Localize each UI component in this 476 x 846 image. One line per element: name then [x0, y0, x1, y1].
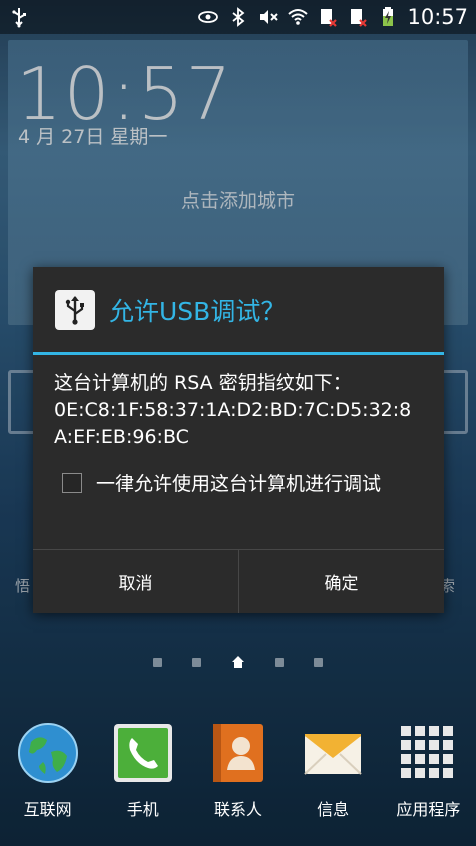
- sim1-icon: [321, 9, 338, 27]
- usb-debug-dialog: 允许USB调试？ 这台计算机的 RSA 密钥指纹如下： 0E:C8:1F:58:…: [33, 267, 444, 613]
- rsa-message-line: 这台计算机的 RSA 密钥指纹如下：: [54, 372, 352, 394]
- always-allow-checkbox[interactable]: [62, 472, 82, 493]
- status-bar: 10:57: [0, 0, 476, 34]
- dock-label: 联系人: [213, 800, 262, 819]
- apps-grid-icon: [401, 726, 454, 778]
- dock-label: 互联网: [23, 800, 72, 819]
- page-dot[interactable]: [153, 657, 162, 667]
- phone-icon: [113, 724, 172, 782]
- wifi-icon: [288, 9, 309, 25]
- page-indicator: [0, 655, 476, 669]
- battery-charging-icon: [383, 7, 394, 26]
- cancel-button[interactable]: 取消: [33, 550, 238, 613]
- page-dot[interactable]: [192, 657, 201, 667]
- dialog-message: 这台计算机的 RSA 密钥指纹如下： 0E:C8:1F:58:37:1A:D2:…: [33, 355, 444, 451]
- dock-label: 手机: [126, 800, 159, 819]
- usb-icon: [55, 289, 95, 330]
- ok-button[interactable]: 确定: [238, 550, 444, 613]
- dock-label: 应用程序: [396, 800, 461, 819]
- home-page-icon[interactable]: [231, 655, 245, 669]
- rsa-fingerprint: 0E:C8:1F:58:37:1A:D2:BD:7C:D5:32:8A:EF:E…: [54, 399, 412, 448]
- message-icon: [304, 734, 362, 775]
- mute-icon: [260, 10, 279, 24]
- sim2-icon: [351, 9, 368, 27]
- page-dot[interactable]: [275, 657, 284, 667]
- dock-item-internet[interactable]: 互联网: [0, 712, 95, 842]
- contacts-icon: [212, 724, 263, 782]
- bluetooth-icon: [232, 7, 245, 27]
- status-time: 10:57: [407, 5, 468, 29]
- dialog-button-bar: 取消 确定: [33, 549, 444, 613]
- always-allow-label[interactable]: 一律允许使用这台计算机进行调试: [96, 469, 381, 496]
- page-dot[interactable]: [314, 657, 323, 667]
- dialog-header: 允许USB调试？: [33, 267, 444, 352]
- always-allow-row[interactable]: 一律允许使用这台计算机进行调试: [33, 451, 444, 496]
- usb-icon: [12, 8, 26, 28]
- app-dock: 互联网 手机 联系人 信息 应用程序: [0, 712, 476, 842]
- eye-icon: [198, 11, 219, 23]
- dock-item-contacts[interactable]: 联系人: [190, 712, 285, 842]
- globe-icon: [17, 723, 78, 783]
- dialog-title: 允许USB调试？: [109, 296, 286, 326]
- dock-item-apps[interactable]: 应用程序: [381, 712, 476, 842]
- dock-item-messages[interactable]: 信息: [286, 712, 381, 842]
- dock-item-phone[interactable]: 手机: [95, 712, 190, 842]
- dock-label: 信息: [317, 800, 350, 819]
